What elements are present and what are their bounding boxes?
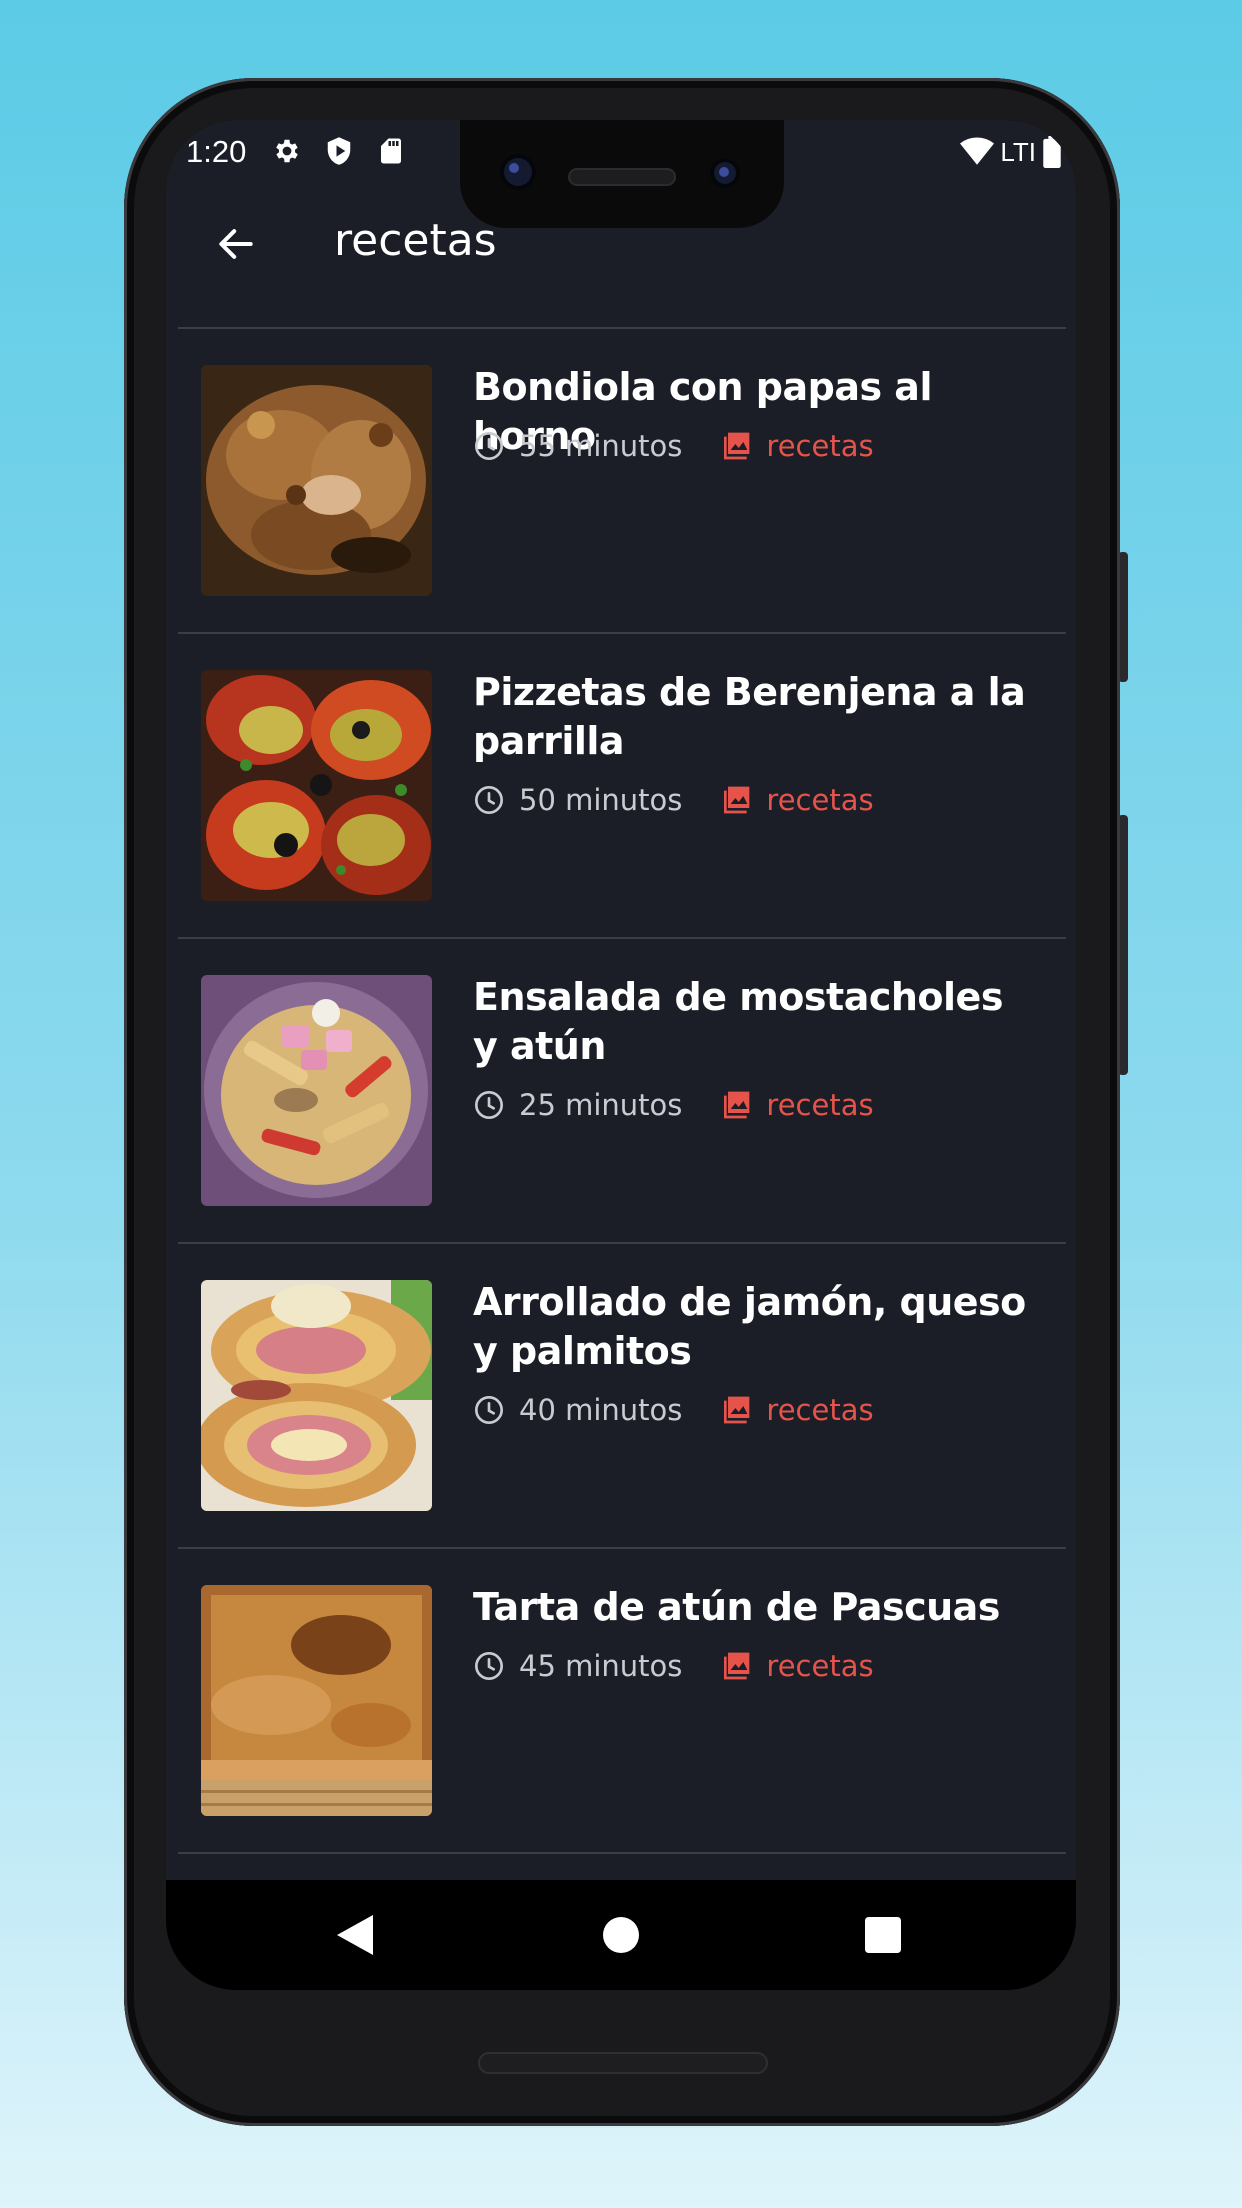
nav-home-button[interactable]: [596, 1910, 646, 1960]
recipe-category[interactable]: recetas: [766, 1649, 873, 1683]
recipe-category[interactable]: recetas: [766, 1393, 873, 1427]
sd-card-icon: [381, 138, 401, 164]
clock-icon: [475, 1652, 503, 1680]
recipe-meta: 55 minutos recetas: [473, 429, 874, 463]
list-divider: [178, 1852, 1066, 1854]
recipe-title: Tarta de atún de Pascuas: [473, 1585, 1000, 1629]
nav-recents-button[interactable]: [858, 1910, 908, 1960]
recipe-meta: 25 minutos recetas: [473, 1088, 874, 1122]
front-sensor: [710, 158, 740, 188]
clock-icon: [475, 1091, 503, 1119]
recipe-list: Bondiola con papas al horno 55 minutos r…: [178, 327, 1066, 1854]
recipe-meta: 45 minutos recetas: [473, 1649, 874, 1683]
home-circle-icon: [603, 1917, 639, 1953]
front-camera: [500, 154, 536, 190]
back-triangle-icon: [337, 1915, 373, 1955]
category-image-icon: [724, 432, 750, 460]
recipe-row[interactable]: Pizzetas de Berenjena a la parrilla 50 m…: [178, 634, 1066, 937]
recipe-row[interactable]: Tarta de atún de Pascuas 45 minutos rece…: [178, 1549, 1066, 1852]
phone-chin-bar: [478, 2052, 768, 2074]
recipe-thumbnail: [201, 1280, 432, 1511]
recipe-duration: 25 minutos: [519, 1088, 683, 1122]
recipe-meta: 50 minutos recetas: [473, 783, 874, 817]
recipe-duration: 45 minutos: [519, 1649, 683, 1683]
settings-icon: [276, 139, 298, 163]
recipe-thumbnail: [201, 365, 432, 596]
phone-screen: 1:20 LTI recetas Bondiola con papas al h…: [166, 120, 1076, 1990]
recipe-duration: 55 minutos: [519, 429, 683, 463]
network-label: LTI: [1000, 136, 1036, 167]
recipe-row[interactable]: Bondiola con papas al horno 55 minutos r…: [178, 329, 1066, 632]
food-image: [201, 670, 432, 901]
clock-icon: [475, 786, 503, 814]
earpiece-speaker: [568, 168, 676, 186]
recents-square-icon: [865, 1917, 901, 1953]
recipe-row[interactable]: Arrollado de jamón, queso y palmitos 40 …: [178, 1244, 1066, 1547]
recipe-thumbnail: [201, 975, 432, 1206]
clock-icon: [475, 432, 503, 460]
category-image-icon: [724, 786, 750, 814]
recipe-category[interactable]: recetas: [766, 1088, 873, 1122]
shield-play-icon: [327, 137, 351, 165]
battery-icon: [1043, 136, 1061, 168]
wifi-icon: [960, 137, 995, 165]
recipe-thumbnail: [201, 670, 432, 901]
nav-back-button[interactable]: [330, 1910, 380, 1960]
recipe-category[interactable]: recetas: [766, 783, 873, 817]
arrow-back-icon: [219, 229, 253, 259]
recipe-title: Ensalada de mostacholes y atún: [473, 975, 1003, 1068]
recipe-row[interactable]: Ensalada de mostacholes y atún 25 minuto…: [178, 939, 1066, 1242]
status-time: 1:20: [186, 134, 247, 169]
food-image: [201, 1585, 432, 1816]
category-image-icon: [724, 1396, 750, 1424]
recipe-duration: 40 minutos: [519, 1393, 683, 1427]
food-image: [201, 365, 432, 596]
recipe-title: Arrollado de jamón, queso y palmitos: [473, 1280, 1026, 1373]
food-image: [201, 975, 432, 1206]
system-nav-bar: [166, 1880, 1076, 1990]
recipe-title: Pizzetas de Berenjena a la parrilla: [473, 670, 1026, 763]
clock-icon: [475, 1396, 503, 1424]
recipe-category[interactable]: recetas: [766, 429, 873, 463]
camera-notch: [460, 120, 784, 228]
category-image-icon: [724, 1652, 750, 1680]
recipe-thumbnail: [201, 1585, 432, 1816]
category-image-icon: [724, 1091, 750, 1119]
status-right-group: LTI: [960, 136, 1062, 168]
recipe-meta: 40 minutos recetas: [473, 1393, 874, 1427]
recipe-duration: 50 minutos: [519, 783, 683, 817]
back-button[interactable]: [206, 214, 266, 274]
page-title: recetas: [334, 215, 497, 266]
food-image: [201, 1280, 432, 1511]
app-surface: 1:20 LTI recetas Bondiola con papas al h…: [166, 120, 1076, 1880]
